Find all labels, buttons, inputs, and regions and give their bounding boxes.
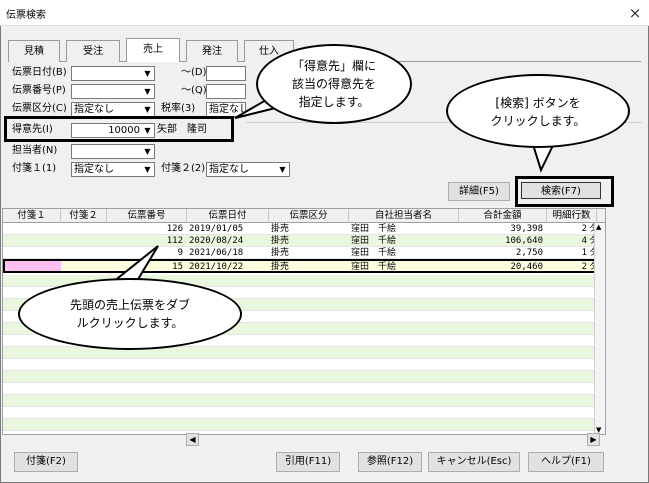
- customer-callout-line3: 指定します。: [298, 95, 370, 109]
- search-callout-line2: クリックします。: [490, 114, 586, 128]
- customer-callout-line1: 「得意先」欄に: [291, 59, 376, 73]
- row-callout: 先頭の売上伝票をダブ ルクリックします。: [18, 278, 242, 350]
- customer-callout-line2: 該当の得意先を: [291, 77, 376, 91]
- row-callout-line1: 先頭の売上伝票をダブ: [69, 298, 190, 312]
- search-callout-line1: [検索] ボタンを: [495, 96, 581, 110]
- row-callout-line2: ルクリックします。: [76, 316, 184, 330]
- customer-callout: 「得意先」欄に 該当の得意先を 指定します。: [256, 44, 412, 124]
- search-callout: [検索] ボタンを クリックします。: [446, 74, 630, 148]
